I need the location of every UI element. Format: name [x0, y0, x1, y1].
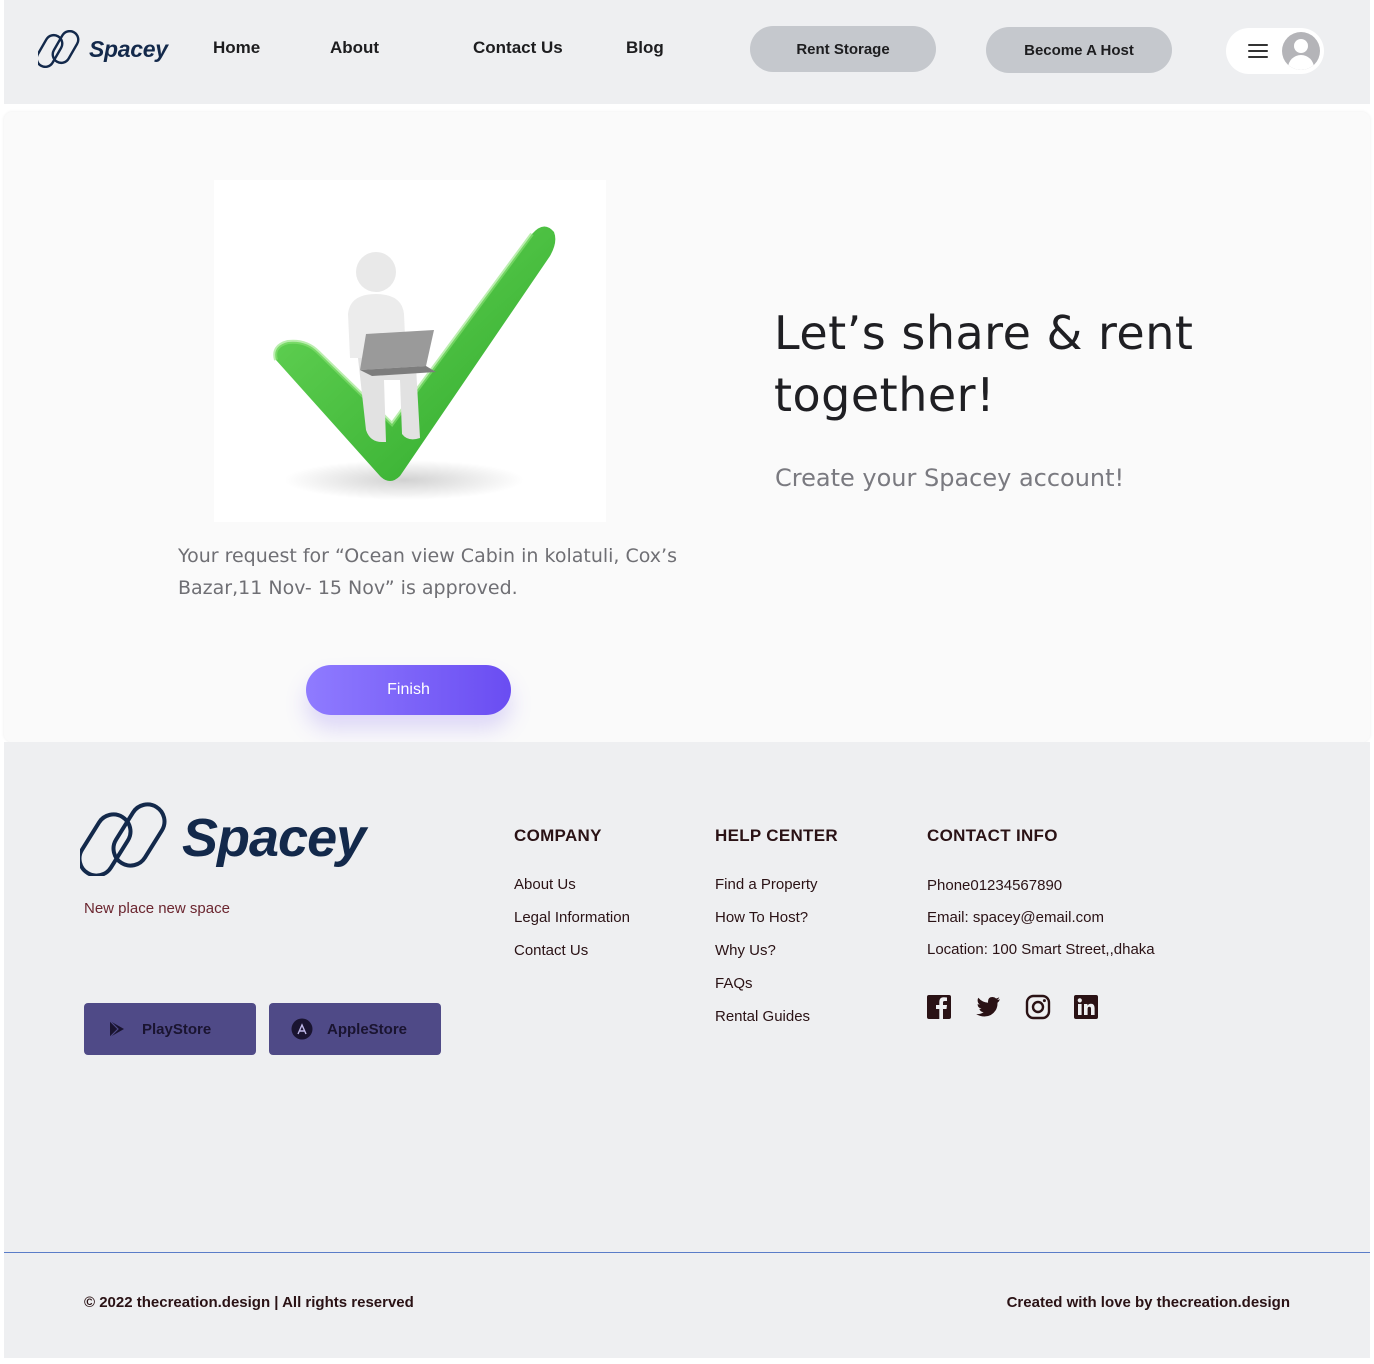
page-subheadline: Create your Spacey account!	[775, 464, 1125, 492]
footer-link-find-property[interactable]: Find a Property	[715, 876, 818, 893]
footer-link-about-us[interactable]: About Us	[514, 876, 576, 893]
site-footer: Spacey New place new space PlayStore App…	[4, 742, 1370, 1358]
finish-button[interactable]: Finish	[306, 665, 511, 715]
contact-location: Location: 100 Smart Street,,dhaka	[927, 941, 1155, 958]
footer-link-legal-information[interactable]: Legal Information	[514, 909, 630, 926]
top-navbar: Spacey Home About Contact Us Blog Rent S…	[4, 0, 1370, 104]
footer-divider	[4, 1252, 1370, 1253]
person-on-checkmark-icon	[214, 180, 606, 522]
contact-info-heading: CONTACT INFO	[927, 826, 1058, 845]
help-center-heading: HELP CENTER	[715, 826, 838, 845]
created-brand-link[interactable]: thecreation.design	[1157, 1294, 1290, 1311]
approval-card: Your request for “Ocean view Cabin in ko…	[4, 112, 1370, 742]
company-heading: COMPANY	[514, 826, 602, 845]
footer-brand-logo[interactable]: Spacey	[80, 800, 366, 876]
playstore-button[interactable]: PlayStore	[84, 1003, 256, 1055]
logo-icon	[80, 802, 167, 876]
footer-link-why-us[interactable]: Why Us?	[715, 942, 776, 959]
brand-logo[interactable]: Spacey	[38, 30, 168, 68]
hamburger-icon	[1248, 44, 1268, 58]
play-store-icon	[106, 1018, 128, 1040]
footer-link-how-to-host[interactable]: How To Host?	[715, 909, 808, 926]
facebook-icon[interactable]	[926, 994, 952, 1020]
linkedin-icon[interactable]	[1073, 994, 1099, 1020]
footer-link-rental-guides[interactable]: Rental Guides	[715, 1008, 810, 1025]
profile-menu-button[interactable]	[1226, 28, 1324, 74]
logo-icon	[38, 30, 80, 68]
twitter-icon[interactable]	[975, 994, 1001, 1020]
nav-contact-us[interactable]: Contact Us	[473, 38, 563, 58]
footer-link-faqs[interactable]: FAQs	[715, 975, 753, 992]
created-prefix: Created with love by	[1006, 1294, 1157, 1311]
copyright-text: © 2022 thecreation.design | All rights r…	[84, 1294, 414, 1311]
become-host-button[interactable]: Become A Host	[986, 27, 1172, 73]
user-avatar-icon	[1282, 32, 1320, 70]
contact-email: Email: spacey@email.com	[927, 909, 1104, 926]
applestore-label: AppleStore	[327, 1020, 408, 1038]
page-headline: Let’s share & rent together!	[774, 306, 1194, 422]
footer-link-contact-us[interactable]: Contact Us	[514, 942, 588, 959]
created-by-text: Created with love by thecreation.design	[1007, 1294, 1290, 1311]
applestore-button[interactable]: AppleStore	[269, 1003, 441, 1055]
instagram-icon[interactable]	[1025, 994, 1051, 1020]
nav-about[interactable]: About	[330, 38, 379, 58]
nav-blog[interactable]: Blog	[626, 38, 664, 58]
app-store-icon	[291, 1018, 313, 1040]
brand-name: Spacey	[89, 35, 168, 62]
contact-phone: Phone01234567890	[927, 877, 1063, 894]
nav-home[interactable]: Home	[213, 38, 260, 58]
rent-storage-button[interactable]: Rent Storage	[750, 26, 936, 72]
playstore-label: PlayStore	[142, 1020, 212, 1038]
approval-message: Your request for “Ocean view Cabin in ko…	[178, 545, 677, 599]
footer-brand-name: Spacey	[182, 808, 366, 868]
brand-tagline: New place new space	[84, 900, 230, 917]
